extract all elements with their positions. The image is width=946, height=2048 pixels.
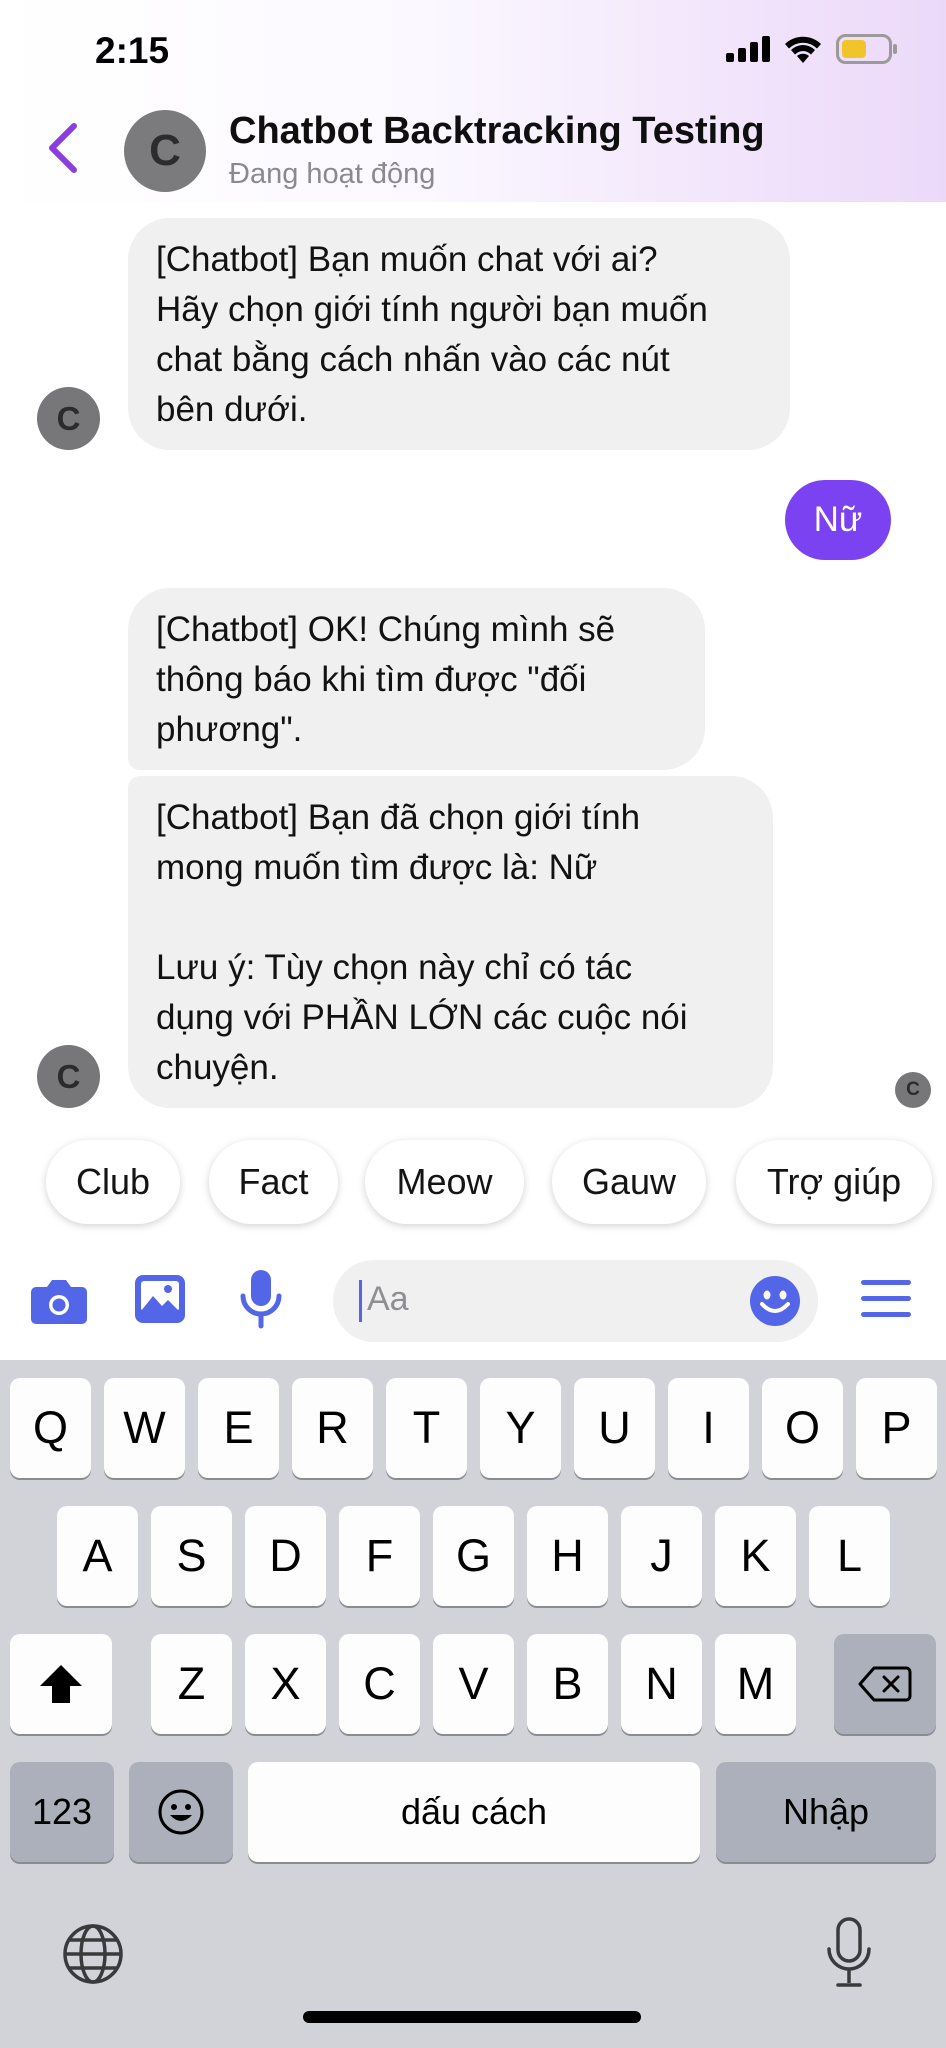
header-avatar[interactable]: C — [124, 110, 206, 192]
key-h[interactable]: H — [527, 1506, 608, 1606]
key-s[interactable]: S — [151, 1506, 232, 1606]
quick-reply-help[interactable]: Trợ giúp — [736, 1140, 932, 1224]
message-input-placeholder: Aa — [367, 1280, 409, 1318]
quick-reply-club[interactable]: Club — [46, 1140, 180, 1224]
key-o[interactable]: O — [762, 1378, 843, 1478]
status-icons — [726, 34, 898, 64]
key-d[interactable]: D — [245, 1506, 326, 1606]
emoji-icon[interactable] — [749, 1275, 801, 1327]
dictation-microphone-icon[interactable] — [826, 1917, 872, 1991]
quick-reply-gauw[interactable]: Gauw — [552, 1140, 706, 1224]
message-bubble-bot[interactable]: [Chatbot] Bạn muốn chat với ai? Hãy chọn… — [128, 218, 790, 450]
key-v[interactable]: V — [433, 1634, 514, 1734]
shift-arrow-icon — [40, 1665, 82, 1703]
bot-avatar[interactable]: C — [37, 387, 100, 450]
message-line: Hãy chọn giới tính người bạn muốn — [156, 290, 708, 329]
space-key[interactable]: dấu cách — [248, 1762, 700, 1862]
key-w[interactable]: W — [104, 1378, 185, 1478]
key-x[interactable]: X — [245, 1634, 326, 1734]
message-line: mong muốn tìm được là: Nữ — [156, 848, 598, 887]
key-t[interactable]: T — [386, 1378, 467, 1478]
key-j[interactable]: J — [621, 1506, 702, 1606]
key-u[interactable]: U — [574, 1378, 655, 1478]
camera-icon[interactable] — [30, 1277, 88, 1325]
key-g[interactable]: G — [433, 1506, 514, 1606]
home-indicator — [303, 2011, 641, 2023]
chat-header: 2:15 C Chatbot Backtracking Testing Đang… — [0, 0, 946, 202]
message-line: bên dưới. — [156, 390, 308, 429]
key-m[interactable]: M — [715, 1634, 796, 1734]
key-k[interactable]: K — [715, 1506, 796, 1606]
key-b[interactable]: B — [527, 1634, 608, 1734]
key-p[interactable]: P — [856, 1378, 937, 1478]
seen-receipt-avatar: C — [895, 1072, 931, 1108]
message-line: Lưu ý: Tùy chọn này chỉ có tác — [156, 948, 633, 987]
status-time: 2:15 — [95, 30, 170, 71]
back-arrow-icon[interactable] — [40, 120, 86, 176]
bot-avatar[interactable]: C — [37, 1045, 100, 1108]
message-line: phương". — [156, 710, 303, 749]
quick-reply-meow[interactable]: Meow — [365, 1140, 524, 1224]
key-i[interactable]: I — [668, 1378, 749, 1478]
message-line: chat bằng cách nhấn vào các nút — [156, 340, 670, 379]
message-bubble-bot[interactable]: [Chatbot] Bạn đã chọn giới tính mong muố… — [128, 776, 773, 1108]
quick-reply-fact[interactable]: Fact — [209, 1140, 338, 1224]
key-y[interactable]: Y — [480, 1378, 561, 1478]
shift-key[interactable] — [10, 1634, 112, 1734]
key-n[interactable]: N — [621, 1634, 702, 1734]
backspace-icon — [858, 1666, 912, 1702]
key-e[interactable]: E — [198, 1378, 279, 1478]
key-z[interactable]: Z — [151, 1634, 232, 1734]
emoji-keyboard-key[interactable] — [129, 1762, 233, 1862]
cellular-signal-icon — [726, 36, 770, 62]
message-line: [Chatbot] OK! Chúng mình sẽ — [156, 610, 616, 649]
backspace-key[interactable] — [834, 1634, 936, 1734]
message-line: thông báo khi tìm được "đối — [156, 660, 587, 699]
battery-icon — [836, 34, 897, 64]
emoji-keyboard-icon — [158, 1789, 204, 1835]
key-q[interactable]: Q — [10, 1378, 91, 1478]
menu-icon[interactable] — [860, 1278, 912, 1320]
numbers-key[interactable]: 123 — [10, 1762, 114, 1862]
active-status: Đang hoạt động — [229, 158, 436, 190]
key-l[interactable]: L — [809, 1506, 890, 1606]
message-bubble-bot[interactable]: [Chatbot] OK! Chúng mình sẽ thông báo kh… — [128, 588, 705, 770]
key-f[interactable]: F — [339, 1506, 420, 1606]
key-a[interactable]: A — [57, 1506, 138, 1606]
message-line: [Chatbot] Bạn muốn chat với ai? — [156, 240, 658, 279]
message-line: dụng với PHẦN LỚN các cuộc nói — [156, 998, 688, 1037]
microphone-icon[interactable] — [238, 1268, 284, 1330]
key-r[interactable]: R — [292, 1378, 373, 1478]
message-input[interactable]: Aa — [333, 1260, 818, 1342]
globe-icon[interactable] — [62, 1923, 124, 1985]
return-key[interactable]: Nhập — [716, 1762, 936, 1862]
image-icon[interactable] — [133, 1273, 187, 1325]
chat-title[interactable]: Chatbot Backtracking Testing — [229, 110, 765, 153]
key-c[interactable]: C — [339, 1634, 420, 1734]
message-line: [Chatbot] Bạn đã chọn giới tính — [156, 798, 641, 837]
keyboard: Q W E R T Y U I O P A S D F G H J K L Z … — [0, 1360, 946, 2048]
text-caret — [359, 1280, 362, 1322]
message-bubble-sent[interactable]: Nữ — [785, 480, 891, 560]
wifi-icon — [785, 36, 821, 63]
message-line: chuyện. — [156, 1048, 279, 1087]
